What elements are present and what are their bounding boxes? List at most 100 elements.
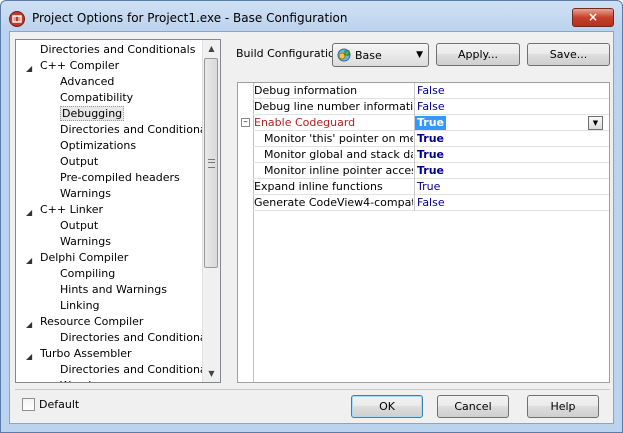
tree-item-label: Delphi Compiler bbox=[40, 251, 129, 264]
save-button[interactable]: Save... bbox=[527, 43, 610, 66]
property-grid[interactable]: Debug information False Debug line number … bbox=[237, 82, 610, 383]
property-name: Debug information bbox=[254, 84, 358, 97]
tree-item[interactable]: ◢ Resource Compiler bbox=[26, 314, 143, 330]
tree-item-label: Debugging bbox=[60, 106, 125, 121]
tree-item-label: Linking bbox=[60, 299, 100, 312]
tree-item[interactable]: Directories and Conditionals bbox=[60, 330, 215, 346]
tree-item[interactable]: Optimizations bbox=[60, 138, 136, 154]
tree-item[interactable]: Warnings bbox=[60, 186, 111, 202]
tree-item-label: Pre-compiled headers bbox=[60, 171, 180, 184]
tree-item[interactable]: Directories and Conditionals bbox=[40, 42, 195, 58]
scroll-down-icon[interactable]: ▼ bbox=[203, 365, 220, 382]
app-icon bbox=[9, 11, 25, 27]
column-divider bbox=[414, 195, 415, 211]
column-divider bbox=[414, 99, 415, 115]
title-bar[interactable]: Project Options for Project1.exe - Base … bbox=[1, 1, 622, 35]
help-button[interactable]: Help bbox=[527, 395, 599, 418]
tree-item-label: Directories and Conditionals bbox=[40, 43, 196, 56]
property-row[interactable]: Expand inline functions True bbox=[253, 179, 609, 195]
tree-item-label: Directories and Conditionals bbox=[60, 363, 216, 376]
property-value[interactable]: True bbox=[417, 148, 444, 162]
tree-item[interactable]: Linking bbox=[60, 298, 100, 314]
tree-item-label: C++ Linker bbox=[40, 203, 104, 216]
column-divider bbox=[414, 131, 415, 147]
tree-scrollbar[interactable]: ▲ ▼ bbox=[202, 40, 220, 382]
property-value[interactable]: False bbox=[417, 100, 445, 114]
tree-item[interactable]: Hints and Warnings bbox=[60, 282, 167, 298]
dialog-body: Directories and Conditionals ◢ C++ Compile… bbox=[9, 31, 614, 424]
property-value[interactable]: True bbox=[417, 180, 440, 194]
configuration-icon bbox=[337, 48, 351, 62]
property-name: Enable Codeguard bbox=[254, 116, 356, 129]
apply-button[interactable]: Apply... bbox=[436, 43, 520, 66]
column-divider bbox=[414, 147, 415, 163]
build-configuration-combo[interactable]: Base ▼ bbox=[332, 43, 429, 67]
ok-button[interactable]: OK bbox=[351, 395, 423, 418]
tree-item[interactable]: Advanced bbox=[60, 74, 114, 90]
window-title: Project Options for Project1.exe - Base … bbox=[32, 11, 348, 25]
property-name: Generate CodeView4-compatible d bbox=[254, 196, 413, 209]
tree-expand-icon[interactable]: ◢ bbox=[26, 205, 35, 217]
column-divider bbox=[414, 163, 415, 179]
tree-item-label: Optimizations bbox=[60, 139, 137, 152]
property-value[interactable]: True bbox=[415, 116, 447, 130]
property-name: Monitor 'this' pointer on member bbox=[264, 132, 413, 145]
scroll-up-icon[interactable]: ▲ bbox=[203, 40, 220, 57]
tree-item[interactable]: Warnings bbox=[60, 378, 111, 382]
tree-item[interactable]: Compatibility bbox=[60, 90, 133, 106]
property-row[interactable]: Monitor inline pointer access True bbox=[253, 163, 609, 179]
property-row[interactable]: Generate CodeView4-compatible d False bbox=[253, 195, 609, 211]
tree-item-label: Output bbox=[60, 219, 99, 232]
tree-item-label: Warnings bbox=[60, 187, 111, 200]
value-dropdown-icon[interactable]: ▼ bbox=[588, 116, 603, 130]
tree-item-label: Compiling bbox=[60, 267, 116, 280]
tree-expand-icon[interactable]: ◢ bbox=[26, 253, 35, 265]
tree-item[interactable]: Output bbox=[60, 154, 98, 170]
tree-item[interactable]: Debugging bbox=[60, 106, 125, 122]
tree-item-label: C++ Compiler bbox=[40, 59, 120, 72]
property-value[interactable]: False bbox=[417, 196, 445, 210]
footer-separator bbox=[15, 389, 610, 390]
collapse-icon[interactable]: – bbox=[241, 118, 250, 127]
property-row[interactable]: Monitor 'this' pointer on member True bbox=[253, 131, 609, 147]
close-button[interactable]: × bbox=[572, 8, 614, 27]
tree-item[interactable]: Warnings bbox=[60, 234, 111, 250]
tree-item[interactable]: ◢ C++ Compiler bbox=[26, 58, 120, 74]
cancel-button[interactable]: Cancel bbox=[437, 395, 509, 418]
tree-expand-icon[interactable]: ◢ bbox=[26, 61, 35, 73]
tree-item[interactable]: ◢ Turbo Assembler bbox=[26, 346, 132, 362]
property-name: Monitor inline pointer access bbox=[264, 164, 413, 177]
property-row[interactable]: – Enable Codeguard True ▼ bbox=[241, 115, 609, 131]
project-options-window: Project Options for Project1.exe - Base … bbox=[0, 0, 623, 433]
tree-item-label: Compatibility bbox=[60, 91, 134, 104]
tree-item[interactable]: Pre-compiled headers bbox=[60, 170, 180, 186]
property-value[interactable]: False bbox=[417, 84, 445, 98]
selected-configuration: Base bbox=[355, 49, 382, 62]
default-checkbox-label: Default bbox=[39, 398, 80, 411]
options-tree[interactable]: Directories and Conditionals ◢ C++ Compile… bbox=[15, 39, 221, 383]
tree-item-label: Warnings bbox=[60, 379, 111, 382]
property-value[interactable]: True bbox=[417, 164, 444, 178]
property-row[interactable]: Debug line number information False bbox=[253, 99, 609, 115]
property-name: Debug line number information bbox=[254, 100, 413, 113]
grid-gutter bbox=[238, 83, 254, 382]
column-divider bbox=[414, 83, 415, 99]
tree-item[interactable]: Directories and Conditionals bbox=[60, 362, 215, 378]
tree-item-label: Directories and Conditionals bbox=[60, 331, 216, 344]
tree-item[interactable]: Output bbox=[60, 218, 98, 234]
tree-item[interactable]: Directories and Conditionals bbox=[60, 122, 215, 138]
tree-item-label: Output bbox=[60, 155, 99, 168]
tree-expand-icon[interactable]: ◢ bbox=[26, 317, 35, 329]
property-row[interactable]: Debug information False bbox=[253, 83, 609, 99]
tree-item[interactable]: ◢ Delphi Compiler bbox=[26, 250, 129, 266]
tree-item[interactable]: ◢ C++ Linker bbox=[26, 202, 104, 218]
scroll-thumb[interactable] bbox=[204, 58, 218, 268]
close-icon: × bbox=[587, 10, 599, 24]
column-divider bbox=[414, 179, 415, 195]
default-checkbox[interactable] bbox=[22, 398, 35, 411]
tree-expand-icon[interactable]: ◢ bbox=[26, 349, 35, 361]
property-row[interactable]: Monitor global and stack data a True bbox=[253, 147, 609, 163]
property-value[interactable]: True bbox=[417, 132, 444, 146]
property-name: Expand inline functions bbox=[254, 180, 383, 193]
tree-item[interactable]: Compiling bbox=[60, 266, 115, 282]
